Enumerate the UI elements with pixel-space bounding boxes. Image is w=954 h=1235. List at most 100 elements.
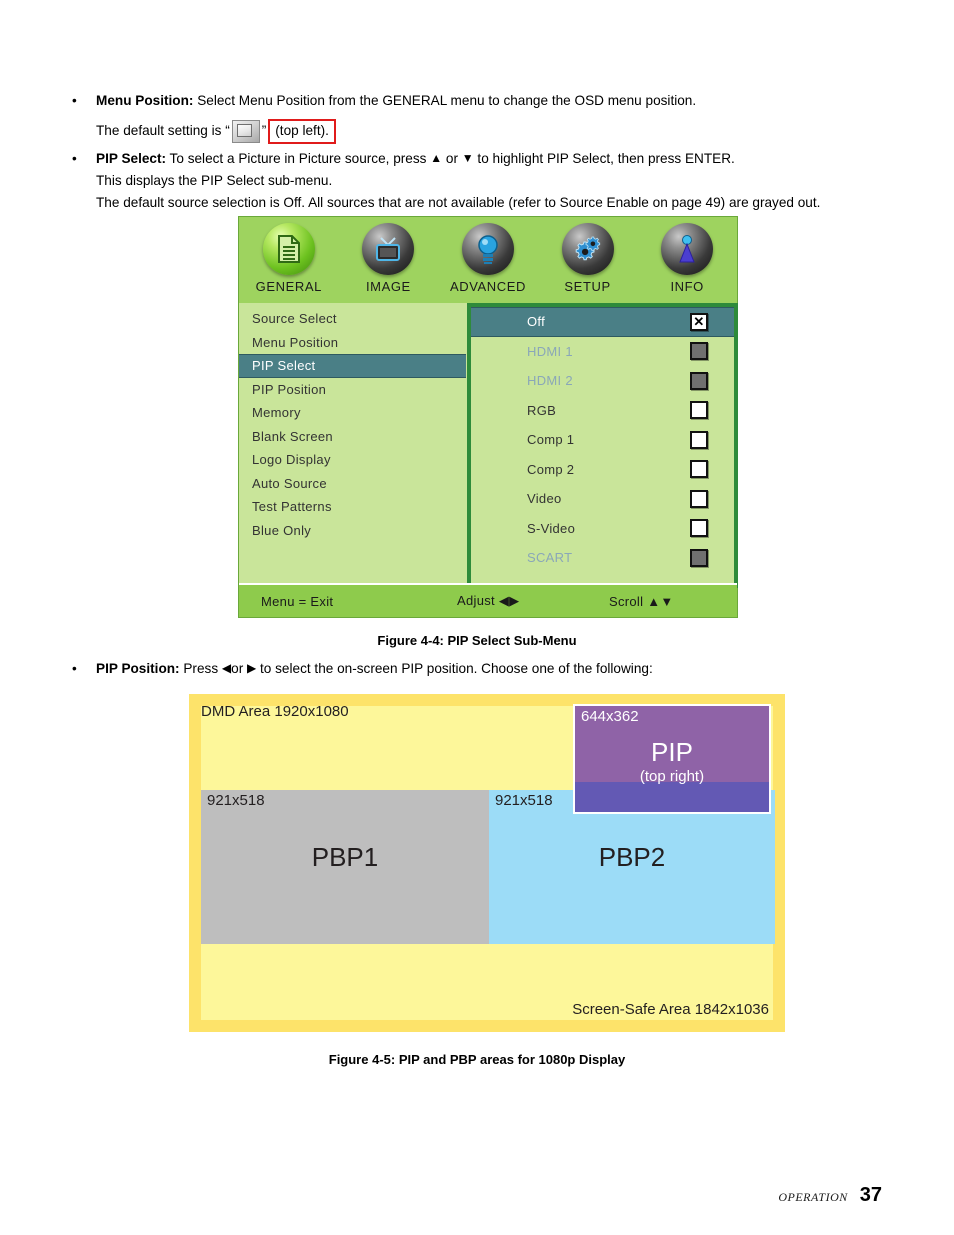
osd-menu-item-pip-select[interactable]: PIP Select	[239, 354, 466, 378]
pip-option-off[interactable]: Off	[471, 307, 734, 337]
bullet-text-menu-position: Select Menu Position from the GENERAL me…	[193, 93, 697, 108]
osd-menu-item-logo-display[interactable]: Logo Display	[239, 448, 466, 472]
bullet-pip-select: • PIP Select: To select a Picture in Pic…	[72, 148, 902, 170]
checkbox-video[interactable]	[690, 489, 708, 508]
figure-4-4-caption: Figure 4-4: PIP Select Sub-Menu	[377, 633, 577, 648]
pbp1-dimensions-label: 921x518	[207, 792, 265, 809]
osd-tab-bar: GENERAL IMAGE ADVANCED SETUP INFO	[239, 217, 737, 309]
osd-footer-adjust: Adjust ◀▶	[457, 593, 520, 608]
up-arrow-icon: ▲	[430, 151, 443, 165]
osd-tab-label: INFO	[670, 279, 704, 294]
osd-menu-item-pip-position[interactable]: PIP Position	[239, 378, 466, 402]
osd-menu-item-auto-source[interactable]: Auto Source	[239, 472, 466, 496]
osd-menu-item-menu-position[interactable]: Menu Position	[239, 331, 466, 355]
checkbox-comp-2[interactable]	[690, 460, 708, 479]
left-arrow-icon: ◀	[221, 661, 232, 675]
checkbox-comp-1[interactable]	[690, 430, 708, 449]
pip-option-label: HDMI 1	[527, 343, 573, 359]
bullet-marker: •	[72, 93, 77, 108]
bullet-text-pip-select-c: to highlight PIP Select, then press ENTE…	[473, 151, 735, 166]
osd-screenshot-figure-4-4: GENERAL IMAGE ADVANCED SETUP INFO Source…	[238, 216, 738, 618]
osd-menu-item-test-patterns[interactable]: Test Patterns	[239, 495, 466, 519]
checkbox-off[interactable]	[690, 312, 708, 331]
checkbox-scart	[690, 548, 708, 567]
dmd-area-label: DMD Area 1920x1080	[201, 703, 349, 720]
pbp2-dimensions-label: 921x518	[495, 792, 553, 809]
bullet-marker: •	[72, 661, 77, 676]
checkbox-rgb[interactable]	[690, 401, 708, 420]
bullet-text-pip-position-c: to select the on-screen PIP position. Ch…	[256, 661, 653, 676]
osd-tab-image[interactable]: IMAGE	[339, 223, 439, 294]
bullet-lead-pip-position: PIP Position:	[96, 661, 180, 676]
osd-tab-advanced[interactable]: ADVANCED	[438, 223, 538, 294]
osd-tab-label: ADVANCED	[449, 279, 527, 294]
lightbulb-icon	[461, 223, 514, 275]
default-setting-suffix: ”	[261, 123, 267, 138]
pip-select-line-3: The default source selection is Off. All…	[96, 195, 821, 210]
pip-option-comp-2[interactable]: Comp 2	[471, 455, 734, 485]
pip-option-label: Off	[527, 314, 546, 330]
pip-option-label: S-Video	[527, 520, 576, 536]
bullet-lead-pip-select: PIP Select:	[96, 151, 167, 166]
pip-option-label: SCART	[527, 550, 573, 566]
bullet-text-pip-position-a: Press	[179, 661, 222, 676]
right-arrow-icon: ▶	[247, 661, 257, 675]
bullet-text-pip-select-a: To select a Picture in Picture source, p…	[166, 151, 431, 166]
checkbox-hdmi-2	[690, 371, 708, 390]
pbp1-title: PBP1	[311, 842, 379, 872]
document-icon	[262, 223, 315, 275]
osd-tab-general[interactable]: GENERAL	[239, 223, 339, 294]
bullet-lead-menu-position: Menu Position:	[96, 93, 194, 108]
pip-option-label: Comp 1	[527, 432, 575, 448]
osd-tab-info[interactable]: INFO	[637, 223, 737, 294]
pip-dimensions-label: 644x362	[581, 708, 639, 725]
osd-menu-item-memory[interactable]: Memory	[239, 401, 466, 425]
pip-position-label: (top right)	[639, 768, 705, 785]
osd-tab-setup[interactable]: SETUP	[538, 223, 638, 294]
osd-tab-label: GENERAL	[255, 279, 322, 294]
pip-overlap-band	[575, 782, 769, 812]
checkbox-s-video[interactable]	[690, 519, 708, 538]
pip-option-label: HDMI 2	[527, 373, 573, 389]
osd-menu-list: Source Select Menu Position PIP Select P…	[239, 303, 466, 585]
pip-option-s-video[interactable]: S-Video	[471, 514, 734, 544]
default-setting-line: The default setting is “ ” (top left).	[96, 118, 902, 144]
checkbox-hdmi-1	[690, 342, 708, 361]
down-arrow-icon: ▼	[461, 151, 474, 165]
pip-option-comp-1[interactable]: Comp 1	[471, 425, 734, 455]
pip-option-video[interactable]: Video	[471, 484, 734, 514]
pip-option-label: RGB	[527, 402, 557, 418]
info-beacon-icon	[661, 223, 714, 275]
bullet-menu-position: • Menu Position: Select Menu Position fr…	[72, 90, 902, 112]
osd-menu-item-blue-only[interactable]: Blue Only	[239, 519, 466, 543]
pip-option-hdmi-1[interactable]: HDMI 1	[471, 337, 734, 367]
pbp2-title: PBP2	[598, 842, 666, 872]
pip-option-rgb[interactable]: RGB	[471, 396, 734, 426]
pip-option-label: Comp 2	[527, 461, 575, 477]
pip-pbp-diagram-figure-4-5: DMD Area 1920x1080 Screen-Safe Area 1842…	[189, 694, 785, 1032]
osd-menu-item-blank-screen[interactable]: Blank Screen	[239, 425, 466, 449]
footer-section-name: OPERATION	[778, 1190, 848, 1204]
osd-tab-label: IMAGE	[365, 279, 411, 294]
osd-tab-label: SETUP	[564, 279, 611, 294]
pip-region: 644x362 PIP (top right)	[573, 704, 771, 814]
pbp1-region: 921x518 PBP1	[201, 790, 489, 944]
default-setting-prefix: The default setting is “	[96, 123, 230, 138]
osd-body: Source Select Menu Position PIP Select P…	[239, 303, 738, 588]
pip-select-submenu: Off HDMI 1 HDMI 2 RGB Comp 1 Comp 2	[467, 303, 738, 588]
osd-footer-exit: Menu = Exit	[261, 593, 334, 609]
pip-option-label: Video	[527, 491, 562, 507]
menu-position-top-left-icon	[231, 119, 260, 143]
osd-menu-item-source-select[interactable]: Source Select	[239, 307, 466, 331]
osd-status-bar: Menu = Exit Adjust ◀▶ Scroll ▲▼	[239, 583, 737, 617]
page-footer: OPERATION 37	[778, 1184, 882, 1207]
bullet-text-pip-position-b: or	[231, 661, 248, 676]
pip-option-hdmi-2[interactable]: HDMI 2	[471, 366, 734, 396]
pip-select-line-2: This displays the PIP Select sub-menu.	[96, 173, 333, 188]
television-icon	[362, 223, 415, 275]
pip-option-scart[interactable]: SCART	[471, 543, 734, 573]
bullet-marker: •	[72, 151, 77, 166]
osd-footer-scroll: Scroll ▲▼	[609, 593, 674, 609]
figure-4-5-caption: Figure 4-5: PIP and PBP areas for 1080p …	[328, 1052, 626, 1067]
bullet-pip-position: • PIP Position: Press ◀or ▶ to select th…	[72, 658, 902, 680]
